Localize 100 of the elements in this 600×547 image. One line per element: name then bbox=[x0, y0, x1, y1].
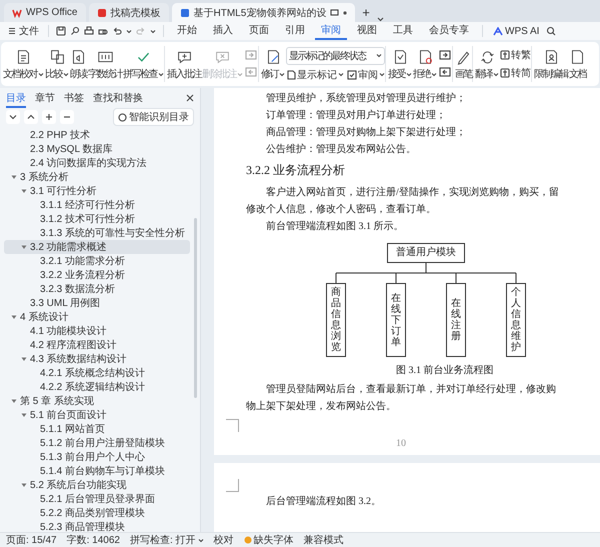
outline-item[interactable]: 4.2.1 系统概念结构设计 bbox=[4, 366, 190, 380]
document-tab[interactable]: 基于HTML5宠物领养网站的设 bbox=[172, 3, 356, 22]
outline-item[interactable]: 3.2.3 数据流分析 bbox=[4, 282, 190, 296]
ribbon-button[interactable]: 修订 bbox=[261, 47, 285, 81]
ribbon-tab[interactable]: 审阅 bbox=[315, 22, 347, 40]
outline-item[interactable]: 2.2 PHP 技术 bbox=[4, 128, 190, 142]
outline-item[interactable]: 3.1.1 经济可行性分析 bbox=[4, 198, 190, 212]
save-icon[interactable] bbox=[56, 26, 66, 36]
ribbon-icon-button[interactable] bbox=[438, 49, 452, 62]
document-icon bbox=[286, 70, 296, 80]
paragraph-line: 后台管理端流程如图 3.2。 bbox=[266, 494, 381, 509]
ribbon-tab[interactable]: 页面 bbox=[243, 22, 275, 40]
outline-item[interactable]: 5.2.1 后台管理员登录界面 bbox=[4, 492, 190, 506]
diagram-box: 商品信息浏览 bbox=[326, 283, 346, 357]
ribbon-button[interactable]: 朗读 bbox=[70, 47, 87, 81]
triangle-icon bbox=[20, 243, 28, 251]
outline-item[interactable]: 3 系统分析 bbox=[4, 170, 190, 184]
outline-item[interactable]: 5.1.2 前台用户注册登陆模块 bbox=[4, 436, 190, 450]
caret-icon bbox=[38, 72, 44, 76]
file-menu[interactable]: 文件 bbox=[6, 24, 41, 38]
scrollbar[interactable] bbox=[194, 218, 197, 398]
outline-item[interactable]: 4.2 程序流程图设计 bbox=[4, 338, 190, 352]
panel-tab[interactable]: 章节 bbox=[35, 90, 55, 108]
arrow-box-icon bbox=[245, 50, 257, 61]
triangle-icon bbox=[10, 313, 18, 321]
outline-item[interactable]: 3.1.3 系统的可靠性与安全性分析 bbox=[4, 226, 190, 240]
ribbon-button[interactable]: 文档 bbox=[569, 47, 586, 81]
ribbon-button[interactable]: 翻译 bbox=[475, 47, 499, 81]
ribbon-button[interactable]: 字数统计 bbox=[88, 47, 122, 81]
outline-item[interactable]: 第 5 章 系统实现 bbox=[4, 394, 190, 408]
outline-item[interactable]: 2.4 访问数据库的实现方法 bbox=[4, 156, 190, 170]
document-tab[interactable]: 找稿壳模板 bbox=[88, 3, 168, 22]
proofread-button[interactable]: 校对 bbox=[214, 533, 234, 547]
ribbon-button[interactable]: 拼写检查 bbox=[123, 47, 164, 81]
outline-item[interactable]: 3.1 可行性分析 bbox=[4, 184, 190, 198]
ribbon-button[interactable]: 画笔 bbox=[455, 47, 472, 81]
menu-icon bbox=[8, 27, 16, 35]
collapse-button[interactable] bbox=[6, 110, 20, 124]
missing-font-button[interactable]: 缺失字体 bbox=[244, 533, 294, 547]
ribbon-tab[interactable]: 视图 bbox=[351, 22, 383, 40]
ribbon-tab[interactable]: 开始 bbox=[171, 22, 203, 40]
search-icon[interactable] bbox=[546, 26, 556, 36]
ribbon-button[interactable]: 文档校对 bbox=[3, 47, 44, 81]
new-tab-button[interactable]: + bbox=[358, 3, 374, 22]
outline-item[interactable]: 3.2.1 功能需求分析 bbox=[4, 254, 190, 268]
caret-icon[interactable] bbox=[376, 16, 384, 22]
paragraph-line: 客户进入网站首页，进行注册/登陆操作，实现浏览购物，购买，留 bbox=[266, 186, 559, 200]
outline-item[interactable]: 5.1.1 网站首页 bbox=[4, 422, 190, 436]
outline-item[interactable]: 3.2 功能需求概述 bbox=[4, 240, 190, 254]
outline-item[interactable]: 3.3 UML 用例图 bbox=[4, 296, 190, 310]
ribbon-button[interactable]: 限制编辑 bbox=[534, 47, 568, 81]
ribbon-button[interactable]: 拒绝 bbox=[413, 47, 437, 81]
outline-item[interactable]: 5.1 前台页面设计 bbox=[4, 408, 190, 422]
ribbon-tab[interactable]: 工具 bbox=[387, 22, 419, 40]
outline-item[interactable]: 4.2.2 系统逻辑结构设计 bbox=[4, 380, 190, 394]
ribbon-tab[interactable]: 引用 bbox=[279, 22, 311, 40]
ribbon-icon-button[interactable] bbox=[438, 66, 452, 79]
wps-ai-button[interactable]: WPS AI bbox=[490, 26, 542, 36]
ribbon-tab[interactable]: 插入 bbox=[207, 22, 239, 40]
outline-item[interactable]: 5.2.2 商品类别管理模块 bbox=[4, 506, 190, 520]
ribbon-tab[interactable]: 会员专享 bbox=[423, 22, 475, 40]
print-icon[interactable] bbox=[84, 26, 94, 36]
outline-item[interactable]: 5.2.3 商品管理模块 bbox=[4, 520, 190, 532]
spell-check-toggle[interactable]: 拼写检查: 打开 bbox=[130, 533, 204, 547]
outline-item[interactable]: 5.1.3 前台用户个人中心 bbox=[4, 450, 190, 464]
panel-tab[interactable]: 目录 bbox=[6, 90, 26, 108]
caret-icon bbox=[150, 28, 156, 34]
outline-item[interactable]: 3.2.2 业务流程分析 bbox=[4, 268, 190, 282]
ribbon-button[interactable]: 接受 bbox=[388, 47, 412, 81]
paragraph-line: 前台管理端流程如图 3.1 所示。 bbox=[266, 220, 404, 234]
close-icon[interactable] bbox=[186, 94, 194, 102]
expand-button[interactable] bbox=[24, 110, 38, 124]
outline-item[interactable]: 2.3 MySQL 数据库 bbox=[4, 142, 190, 156]
paragraph-line: 订单管理：管理员对用户订单进行处理； bbox=[266, 108, 446, 123]
ribbon-button[interactable]: 插入批注 bbox=[167, 47, 201, 81]
smart-toc-button[interactable]: 智能识别目录 bbox=[113, 108, 194, 126]
corner-mark bbox=[226, 479, 239, 492]
screen-icon bbox=[330, 8, 340, 16]
comment-plus-icon bbox=[176, 49, 192, 65]
remove-button[interactable] bbox=[60, 110, 74, 124]
outline-item[interactable]: 5.1.4 前台购物车与订单模块 bbox=[4, 464, 190, 478]
document-tab[interactable]: WPS Office bbox=[4, 3, 86, 22]
outline-item[interactable]: 3.1.2 技术可行性分析 bbox=[4, 212, 190, 226]
paragraph-line: 修改个人信息，修改个人密码，查看订单。 bbox=[246, 202, 436, 217]
undo-icon[interactable] bbox=[112, 26, 122, 36]
outline-item[interactable]: 4.1 功能模块设计 bbox=[4, 324, 190, 338]
panel-tab[interactable]: 查找和替换 bbox=[93, 90, 143, 108]
markup-dropdown[interactable]: 显示标记的最终状态 bbox=[286, 46, 385, 64]
outline-item[interactable]: 5.2 系统后台功能实现 bbox=[4, 478, 190, 492]
panel-tab[interactable]: 书签 bbox=[64, 90, 84, 108]
outline-item[interactable]: 4.3 系统数据结构设计 bbox=[4, 352, 190, 366]
ribbon-button[interactable]: 转繁 bbox=[500, 48, 531, 62]
ribbon-button[interactable]: 显示标记 bbox=[286, 68, 344, 82]
ribbon-button[interactable]: 比较 bbox=[45, 47, 69, 81]
add-button[interactable] bbox=[42, 110, 56, 124]
document-icon bbox=[180, 8, 190, 18]
ribbon-button[interactable]: 转简 bbox=[500, 66, 531, 80]
ribbon-button[interactable]: 审阅 bbox=[347, 68, 385, 82]
outline-item[interactable]: 4 系统设计 bbox=[4, 310, 190, 324]
ai-logo-icon bbox=[493, 26, 503, 36]
